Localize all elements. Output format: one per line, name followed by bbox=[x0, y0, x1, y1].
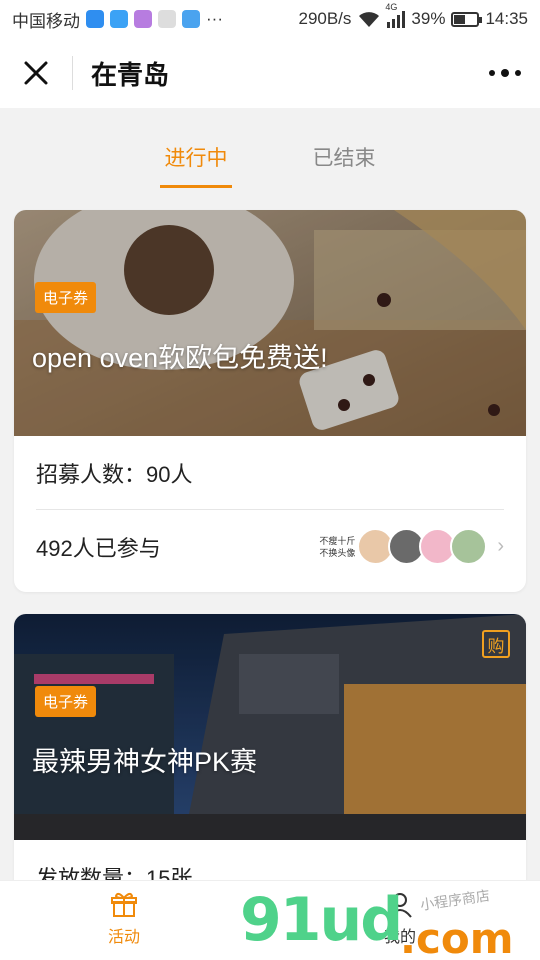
tab-ended[interactable]: 已结束 bbox=[308, 130, 380, 188]
battery-percent: 39% bbox=[411, 9, 446, 28]
gallery-icon bbox=[134, 10, 152, 28]
tab-ongoing[interactable]: 进行中 bbox=[160, 130, 232, 188]
coupon-badge: 电子券 bbox=[35, 282, 97, 313]
avatar-group: 不瘦十斤 不换头像 › bbox=[319, 528, 504, 565]
activity-card[interactable]: 购 电子券 最辣男神女神PK赛 发放数量：15张 bbox=[14, 614, 526, 914]
network-type: 4G bbox=[385, 2, 398, 12]
card-cover-image: 电子券 open oven软欧包免费送! bbox=[14, 210, 526, 436]
clock: 14:35 bbox=[485, 9, 528, 28]
street-photo bbox=[14, 614, 526, 840]
qq-icon bbox=[86, 10, 104, 28]
bread-photo bbox=[14, 210, 526, 436]
browser-icon bbox=[182, 10, 200, 28]
nav-activity-label: 活动 bbox=[108, 929, 141, 946]
battery-icon bbox=[451, 11, 483, 27]
recruit-count: 招募人数：90人 bbox=[36, 461, 193, 487]
carrier-label: 中国移动 bbox=[12, 11, 80, 31]
page-title: 在青岛 bbox=[91, 59, 170, 90]
avatar bbox=[450, 528, 488, 565]
gift-icon bbox=[111, 892, 137, 917]
message-icon bbox=[110, 10, 128, 28]
status-bar: 中国移动 ··· 290B/s 4G 39% 14:35 bbox=[0, 0, 540, 38]
signal-icon: 4G bbox=[385, 2, 406, 28]
tab-bar: 进行中 已结束 bbox=[0, 130, 540, 188]
coupon-badge: 电子券 bbox=[35, 686, 97, 717]
close-icon bbox=[24, 61, 48, 85]
title-bar: 在青岛 bbox=[0, 38, 540, 108]
participants-count: 492人已参与 bbox=[36, 535, 161, 561]
card-title: open oven软欧包免费送! bbox=[32, 343, 328, 373]
more-notifications: ··· bbox=[206, 9, 223, 28]
avatar-caption: 不瘦十斤 不换头像 bbox=[319, 535, 356, 558]
more-options-button[interactable] bbox=[470, 38, 540, 108]
activity-card[interactable]: 电子券 open oven软欧包免费送! 招募人数：90人 492人已参与 不瘦… bbox=[14, 210, 526, 592]
nav-activity[interactable]: 活动 bbox=[108, 891, 140, 947]
net-speed: 290B/s bbox=[298, 9, 352, 28]
card-cover-image: 购 电子券 最辣男神女神PK赛 bbox=[14, 614, 526, 840]
buy-icon: 购 bbox=[482, 630, 510, 658]
card-title: 最辣男神女神PK赛 bbox=[32, 747, 258, 777]
watermark-logo: 91ud .com 小程序商店 bbox=[240, 885, 514, 960]
title-divider bbox=[72, 56, 73, 90]
chevron-right-icon: › bbox=[497, 535, 504, 557]
wifi-icon bbox=[359, 12, 380, 27]
font-icon bbox=[158, 10, 176, 28]
close-button[interactable] bbox=[0, 38, 72, 108]
participants-row[interactable]: 492人已参与 不瘦十斤 不换头像 › bbox=[14, 510, 526, 583]
